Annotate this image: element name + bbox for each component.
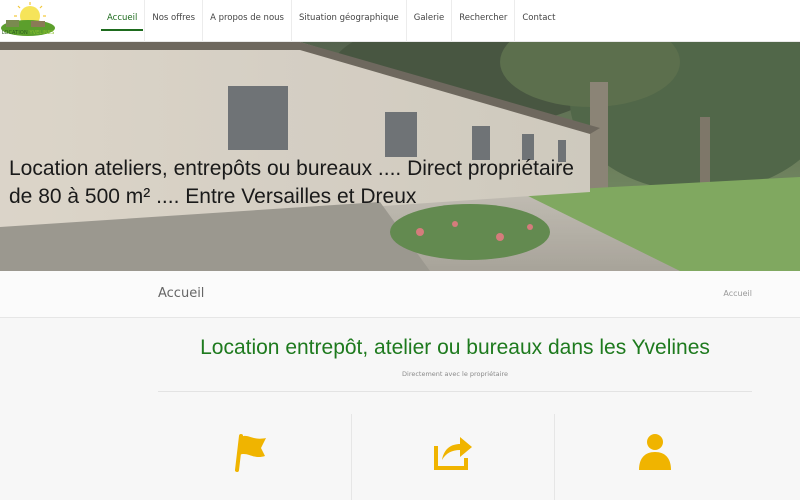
nav-item-galerie[interactable]: Galerie: [407, 0, 453, 42]
hero-banner: Location ateliers, entrepôts ou bureaux …: [0, 42, 800, 271]
feature-box-1[interactable]: [150, 414, 353, 500]
nav-item-situation[interactable]: Situation géographique: [292, 0, 407, 42]
breadcrumb-band: Accueil Accueil: [0, 271, 800, 318]
breadcrumb[interactable]: Accueil: [723, 289, 752, 298]
flag-icon: [234, 434, 266, 472]
hero-title: Location ateliers, entrepôts ou bureaux …: [9, 155, 709, 211]
page-title: Accueil: [158, 286, 205, 301]
nav-item-contact[interactable]: Contact: [515, 0, 562, 42]
share-icon: [433, 437, 472, 470]
hero-title-line-2: de 80 à 500 m² .... Entre Versailles et …: [9, 185, 417, 208]
feature-columns: [150, 414, 756, 500]
user-icon: [639, 434, 672, 470]
main-nav: Accueil Nos offres A propos de nous Situ…: [100, 0, 562, 42]
section-divider: [158, 391, 752, 392]
nav-item-rechercher[interactable]: Rechercher: [452, 0, 516, 42]
feature-box-2[interactable]: [352, 414, 555, 500]
section-subtitle: Directement avec le propriétaire: [402, 370, 508, 378]
hero-title-line-1: Location ateliers, entrepôts ou bureaux …: [9, 157, 574, 180]
logo-text: LOCATION YVELINES: [1, 30, 55, 36]
nav-item-nos-offres[interactable]: Nos offres: [145, 0, 204, 42]
nav-item-accueil[interactable]: Accueil: [100, 0, 146, 42]
site-logo[interactable]: LOCATION YVELINES: [0, 2, 56, 40]
section-title: Location entrepôt, atelier ou bureaux da…: [200, 336, 710, 359]
site-header: LOCATION YVELINES Accueil Nos offres A p…: [0, 0, 800, 42]
nav-item-a-propos[interactable]: A propos de nous: [203, 0, 292, 42]
feature-box-3[interactable]: [555, 414, 756, 500]
